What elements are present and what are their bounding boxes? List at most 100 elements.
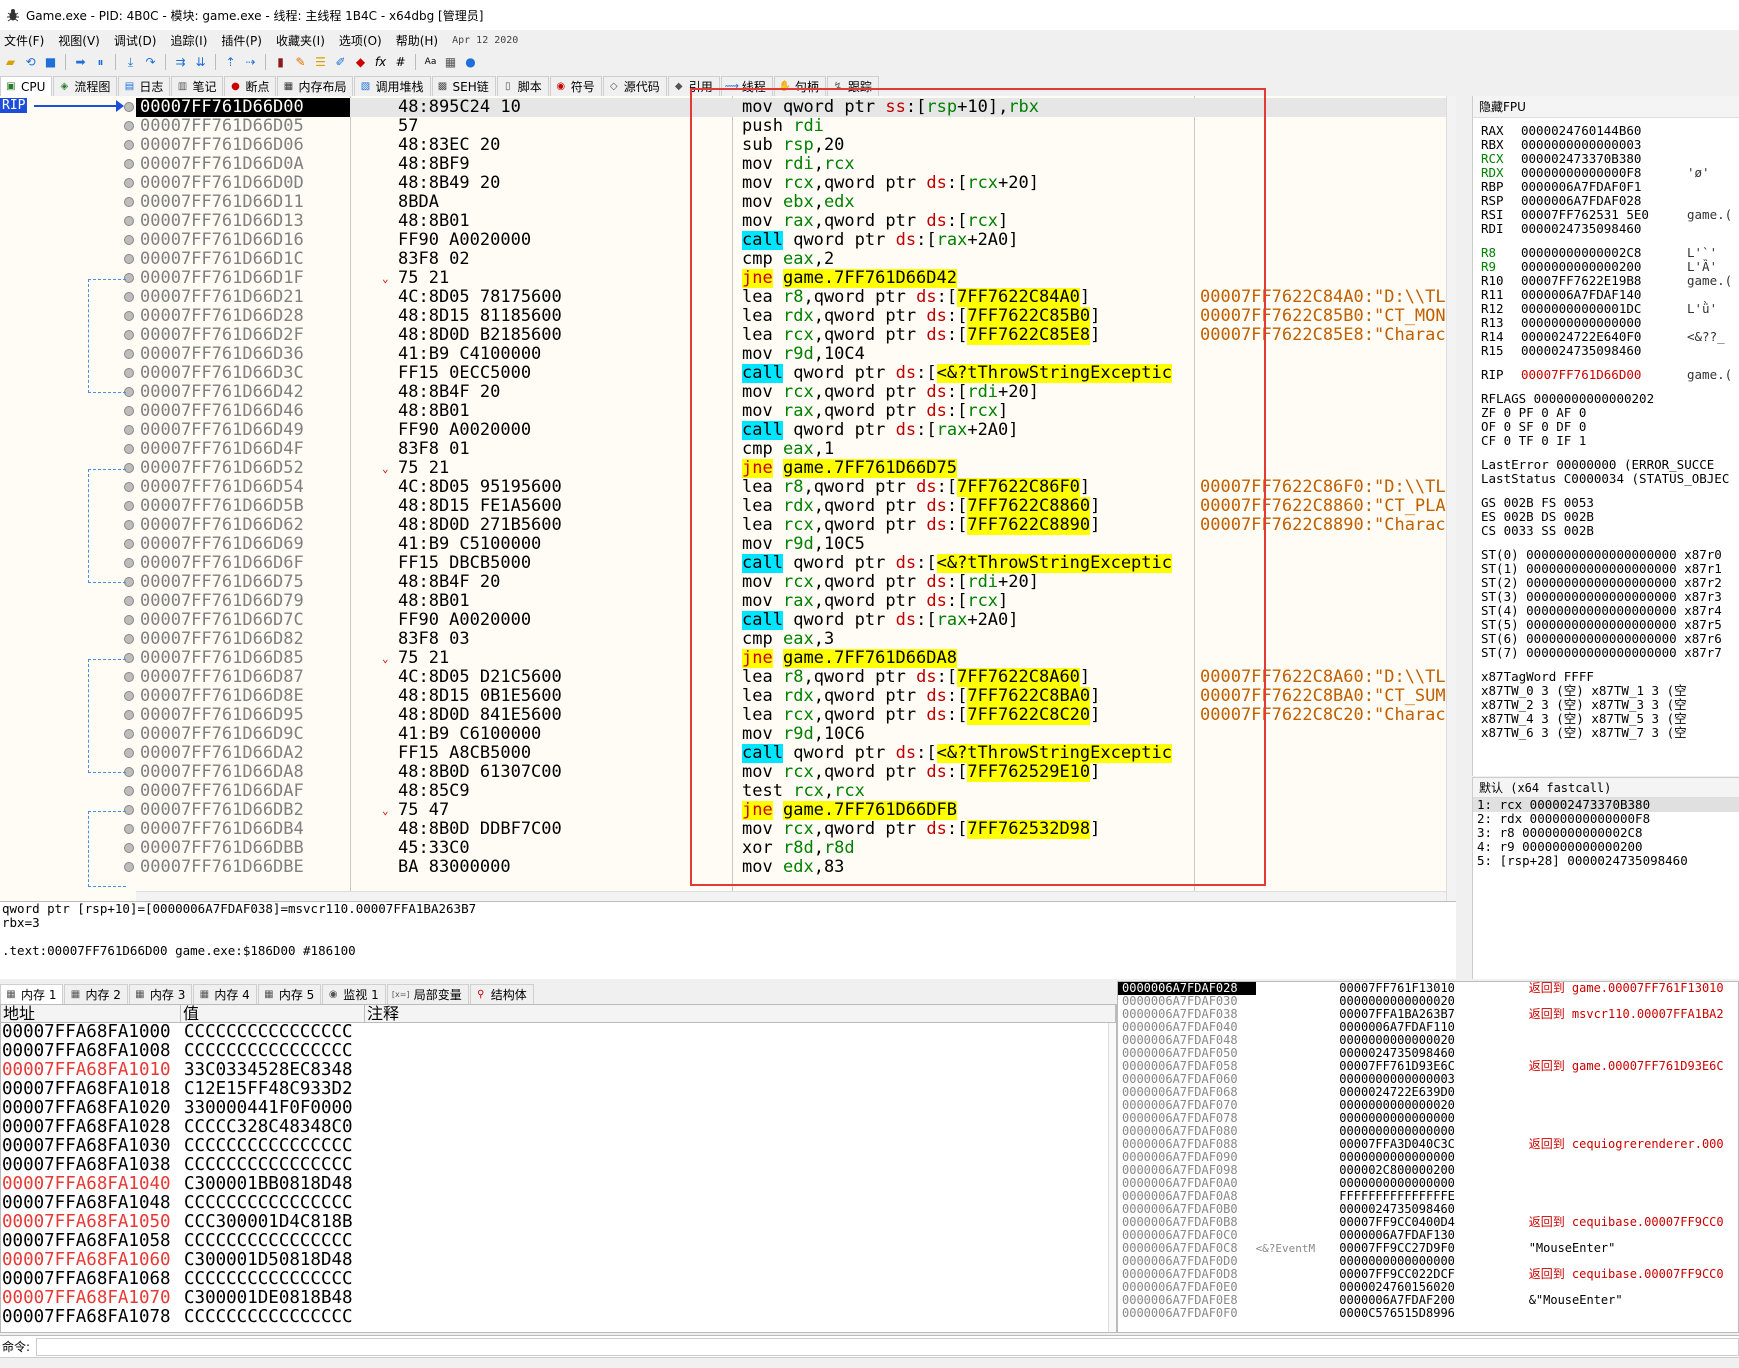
dump-tab-7[interactable]: [x=] 局部变量 bbox=[386, 984, 469, 1004]
dump-col-value[interactable]: 值 bbox=[181, 1005, 365, 1023]
breakpoint-dot[interactable] bbox=[124, 197, 134, 207]
tab-3[interactable]: ▤ 日志 bbox=[118, 76, 171, 96]
register-row[interactable]: R11 0000006A7FDAF140 bbox=[1473, 288, 1739, 302]
dump-row[interactable]: 00007FFA68FA1048 CCCCCCCCCCCCCCCC bbox=[1, 1194, 1116, 1213]
restart-icon[interactable]: ⟲ bbox=[22, 54, 39, 71]
register-value[interactable]: 00000000000002C8 bbox=[1521, 246, 1687, 260]
execute-till-return-icon[interactable]: ⇡ bbox=[222, 54, 239, 71]
dump-row[interactable]: 00007FFA68FA1070 C300001DE0818B48 bbox=[1, 1289, 1116, 1308]
calling-convention-select[interactable]: 默认 (x64 fastcall) bbox=[1473, 778, 1739, 798]
calculator-icon[interactable]: ▦ bbox=[442, 54, 459, 71]
register-value[interactable]: 00007FF762531 5E0 bbox=[1521, 208, 1687, 222]
dump-row[interactable]: 00007FFA68FA1038 CCCCCCCCCCCCCCCC bbox=[1, 1156, 1116, 1175]
register-value[interactable]: 0000000000000003 bbox=[1521, 138, 1687, 152]
dump-tab-8[interactable]: ⚲ 结构体 bbox=[469, 984, 534, 1004]
breakpoint-dot[interactable] bbox=[124, 444, 134, 454]
trace-over-icon[interactable]: ⇊ bbox=[192, 54, 209, 71]
breakpoint-dot[interactable] bbox=[124, 102, 134, 112]
run-to-user-code-icon[interactable]: ⇢ bbox=[242, 54, 259, 71]
register-row[interactable]: RBP 0000006A7FDAF0F1 bbox=[1473, 180, 1739, 194]
globe-icon[interactable]: ● bbox=[462, 54, 479, 71]
register-value[interactable]: 0000024735098460 bbox=[1521, 344, 1687, 358]
register-value[interactable]: 00007FF761D66D00 bbox=[1521, 368, 1687, 382]
argument-row[interactable]: 2: rdx 00000000000000F8 bbox=[1473, 812, 1739, 826]
dump-row[interactable]: 00007FFA68FA1020 330000441F0F0000 bbox=[1, 1099, 1116, 1118]
dump-row[interactable]: 00007FFA68FA1030 CCCCCCCCCCCCCCCC bbox=[1, 1137, 1116, 1156]
breakpoint-dot[interactable] bbox=[124, 216, 134, 226]
tab-5[interactable]: ● 断点 bbox=[224, 76, 277, 96]
dump-tab-1[interactable]: ▦ 内存 1 bbox=[0, 984, 64, 1004]
register-row[interactable]: RSI 00007FF762531 5E0 game.( bbox=[1473, 208, 1739, 222]
breakpoint-dot[interactable] bbox=[124, 235, 134, 245]
breakpoint-dot[interactable] bbox=[124, 615, 134, 625]
dump-row[interactable]: 00007FFA68FA1008 CCCCCCCCCCCCCCCC bbox=[1, 1042, 1116, 1061]
register-row[interactable]: R10 00007FF7622E19B8 game.( bbox=[1473, 274, 1739, 288]
bookmark-icon[interactable]: ◆ bbox=[352, 54, 369, 71]
dump-row[interactable]: 00007FFA68FA1060 C300001D50818D48 bbox=[1, 1251, 1116, 1270]
dump-row[interactable]: 00007FFA68FA1018 C12E15FF48C933D2 bbox=[1, 1080, 1116, 1099]
register-value[interactable]: 0000006A7FDAF0F1 bbox=[1521, 180, 1687, 194]
menu-item[interactable]: 帮助(H) bbox=[392, 32, 448, 49]
register-value[interactable]: 0000024760144B60 bbox=[1521, 124, 1687, 138]
register-value[interactable]: 0000000000000200 bbox=[1521, 260, 1687, 274]
dump-row[interactable]: 00007FFA68FA1010 33C0334528EC8348 bbox=[1, 1061, 1116, 1080]
breakpoint-dot[interactable] bbox=[124, 159, 134, 169]
breakpoint-dot[interactable] bbox=[124, 425, 134, 435]
register-row[interactable]: RCX 000002473370B380 bbox=[1473, 152, 1739, 166]
breakpoint-dot[interactable] bbox=[124, 121, 134, 131]
dump-row[interactable]: 00007FFA68FA1058 CCCCCCCCCCCCCCCC bbox=[1, 1232, 1116, 1251]
dump-tab-5[interactable]: ▦ 内存 5 bbox=[257, 984, 322, 1004]
memory-dump[interactable]: 地址 值 注释 00007FFA68FA1000 CCCCCCCCCCCCCCCC… bbox=[0, 1004, 1117, 1333]
hash-icon[interactable]: # bbox=[392, 54, 409, 71]
close-icon[interactable]: ■ bbox=[42, 54, 59, 71]
register-value[interactable]: 0000006A7FDAF028 bbox=[1521, 194, 1687, 208]
dump-tab-6[interactable]: ◉ 监视 1 bbox=[322, 984, 386, 1004]
tab-7[interactable]: ▧ 调用堆栈 bbox=[354, 76, 431, 96]
register-value[interactable]: 0000006A7FDAF140 bbox=[1521, 288, 1687, 302]
tab-1[interactable]: ▣ CPU bbox=[0, 76, 53, 96]
register-row[interactable]: R9 0000000000000200 L'Ȁ' bbox=[1473, 260, 1739, 274]
register-row[interactable]: R14 0000024722E640F0 <&??_ bbox=[1473, 330, 1739, 344]
register-row[interactable]: RDX 00000000000000F8'ø' bbox=[1473, 166, 1739, 180]
trace-into-icon[interactable]: ⇉ bbox=[172, 54, 189, 71]
register-row[interactable]: RDI 0000024735098460 bbox=[1473, 222, 1739, 236]
register-row[interactable]: RIP 00007FF761D66D00 game.( bbox=[1473, 368, 1739, 382]
tab-6[interactable]: ▦ 内存布局 bbox=[277, 76, 354, 96]
tab-10[interactable]: ◉ 符号 bbox=[549, 76, 602, 96]
patch-icon[interactable]: ✎ bbox=[292, 54, 309, 71]
dump-row[interactable]: 00007FFA68FA1000 CCCCCCCCCCCCCCCC bbox=[1, 1023, 1116, 1042]
breakpoint-dot[interactable] bbox=[124, 406, 134, 416]
register-value[interactable]: 0000000000000000 bbox=[1521, 316, 1687, 330]
argument-row[interactable]: 4: r9 0000000000000200 bbox=[1473, 840, 1739, 854]
dump-col-comment[interactable]: 注释 bbox=[365, 1005, 1116, 1023]
font-icon[interactable]: Aa bbox=[422, 54, 439, 71]
register-row[interactable]: R13 0000000000000000 bbox=[1473, 316, 1739, 330]
register-value[interactable]: 00000000000001DC bbox=[1521, 302, 1687, 316]
menu-item[interactable]: 选项(O) bbox=[335, 32, 392, 49]
stack-view[interactable]: 0000006A7FDAF028 00007FF761F13010 返回到 game… bbox=[1117, 981, 1739, 1333]
register-value[interactable]: 00000000000000F8 bbox=[1521, 166, 1687, 180]
register-row[interactable]: R8 00000000000002C8 L'`' bbox=[1473, 246, 1739, 260]
dump-col-address[interactable]: 地址 bbox=[1, 1005, 181, 1023]
dump-row[interactable]: 00007FFA68FA1068 CCCCCCCCCCCCCCCC bbox=[1, 1270, 1116, 1289]
comment-icon[interactable]: ☰ bbox=[312, 54, 329, 71]
dump-row[interactable]: 00007FFA68FA1028 CCCCC328C48348C0 bbox=[1, 1118, 1116, 1137]
tab-9[interactable]: ▯ 脚本 bbox=[496, 76, 549, 96]
open-folder-icon[interactable]: ▰ bbox=[2, 54, 19, 71]
breakpoint-dot[interactable] bbox=[124, 786, 134, 796]
tab-2[interactable]: ◈ 流程图 bbox=[53, 76, 118, 96]
argument-row[interactable]: 1: rcx 000002473370B380 bbox=[1473, 798, 1739, 812]
register-row[interactable]: R15 0000024735098460 bbox=[1473, 344, 1739, 358]
breakpoint-dot[interactable] bbox=[124, 596, 134, 606]
dump-tab-2[interactable]: ▦ 内存 2 bbox=[64, 984, 128, 1004]
tab-11[interactable]: ◇ 源代码 bbox=[602, 76, 667, 96]
breakpoint-dot[interactable] bbox=[124, 140, 134, 150]
pause-icon[interactable]: ⏸ bbox=[92, 54, 109, 71]
label-icon[interactable]: ✐ bbox=[332, 54, 349, 71]
dump-tab-3[interactable]: ▦ 内存 3 bbox=[128, 984, 193, 1004]
dump-tab-4[interactable]: ▦ 内存 4 bbox=[193, 984, 257, 1004]
breakpoint-dot[interactable] bbox=[124, 254, 134, 264]
stack-row[interactable]: 0000006A7FDAF0F0 0000C576515D8996 bbox=[1118, 1307, 1738, 1320]
menu-item[interactable]: 文件(F) bbox=[0, 32, 54, 49]
command-input[interactable] bbox=[36, 1337, 1739, 1356]
